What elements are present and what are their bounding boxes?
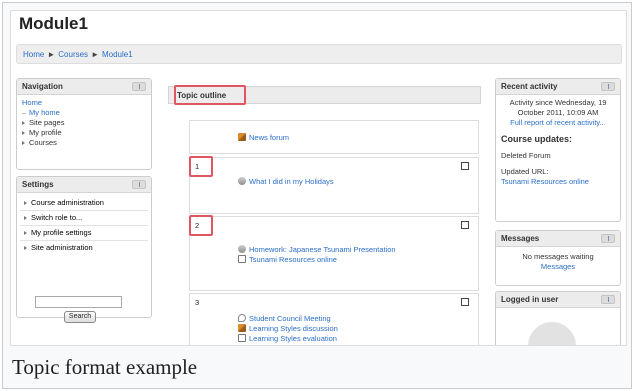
section-number: 3 xyxy=(195,298,200,307)
section-2: 2 Homework: Japanese Tsunami Presentatio… xyxy=(189,216,479,291)
resource-tsunami-presentation[interactable]: Homework: Japanese Tsunami Presentation xyxy=(238,245,396,254)
settings-site-administration[interactable]: Site administration xyxy=(20,241,148,256)
settings-my-profile[interactable]: My profile settings xyxy=(20,226,148,241)
bullet-icon: – xyxy=(22,108,27,117)
resource-holidays[interactable]: What I did in my Holidays xyxy=(238,177,334,186)
section-highlight-toggle[interactable] xyxy=(461,162,469,170)
nav-home-link[interactable]: Home xyxy=(22,98,42,107)
settings-block-title: Settings xyxy=(22,180,54,189)
section-highlight-toggle[interactable] xyxy=(461,221,469,229)
updated-url-link[interactable]: Tsunami Resources online xyxy=(501,177,589,186)
messages-link[interactable]: Messages xyxy=(541,262,575,271)
settings-course-administration[interactable]: Course administration xyxy=(20,196,148,211)
section-highlight-toggle[interactable] xyxy=(461,298,469,306)
nav-my-home-link[interactable]: My home xyxy=(29,108,60,117)
assignment-icon xyxy=(238,245,246,253)
page-title: Module1 xyxy=(19,14,88,33)
section-2-highlight xyxy=(189,215,213,236)
breadcrumb-courses[interactable]: Courses xyxy=(58,50,88,59)
chat-icon xyxy=(238,314,246,322)
settings-block: Settings Course administration Switch ro… xyxy=(16,176,152,323)
expand-arrow-icon xyxy=(22,121,25,126)
resource-student-council[interactable]: Student Council Meeting xyxy=(238,314,331,323)
settings-switch-role[interactable]: Switch role to... xyxy=(20,211,148,226)
expand-arrow-icon xyxy=(24,216,27,221)
figure-frame: Module1 Home ► Courses ► Module1 Navigation … xyxy=(2,2,632,389)
forum-icon xyxy=(238,133,246,141)
topic-outline-highlight xyxy=(174,85,246,105)
recent-activity-header: Recent activity xyxy=(496,79,620,95)
navigation-block-header: Navigation xyxy=(17,79,151,95)
breadcrumb-home[interactable]: Home xyxy=(23,50,44,59)
forum-icon xyxy=(238,324,246,332)
nav-my-profile[interactable]: My profile xyxy=(22,128,146,138)
dock-icon[interactable] xyxy=(601,295,615,304)
dock-icon[interactable] xyxy=(601,234,615,243)
breadcrumb-module[interactable]: Module1 xyxy=(102,50,133,59)
settings-block-header: Settings xyxy=(17,177,151,193)
expand-arrow-icon xyxy=(22,131,25,136)
full-report-link[interactable]: Full report of recent activity... xyxy=(510,118,606,127)
logged-in-user-title: Logged in user xyxy=(501,295,559,304)
deleted-forum-text: Deleted Forum xyxy=(501,151,551,160)
logged-in-user-header: Logged in user xyxy=(496,292,620,308)
dock-icon[interactable] xyxy=(601,82,615,91)
updated-url-text: Updated URL: xyxy=(501,167,549,176)
no-messages-text: No messages waiting xyxy=(522,252,594,261)
settings-search-input[interactable] xyxy=(35,296,122,308)
course-updates-heading: Course updates: xyxy=(501,134,573,144)
moodle-screenshot: Module1 Home ► Courses ► Module1 Navigation … xyxy=(10,10,627,346)
url-icon xyxy=(238,255,246,263)
figure-caption: Topic format example xyxy=(12,355,198,379)
activity-since-line-2: October 2011, 10:09 AM xyxy=(517,108,599,117)
course-content: Topic outline News forum 1 What I did in… xyxy=(168,80,481,345)
url-icon xyxy=(238,334,246,342)
avatar[interactable] xyxy=(528,322,576,345)
expand-arrow-icon xyxy=(24,231,27,236)
section-1: 1 What I did in my Holidays xyxy=(189,157,479,214)
navigation-block: Navigation Home – My home Site pages My p… xyxy=(16,78,152,170)
breadcrumb: Home ► Courses ► Module1 xyxy=(16,44,622,64)
breadcrumb-separator-icon: ► xyxy=(47,50,56,59)
messages-title: Messages xyxy=(501,234,540,243)
nav-courses[interactable]: Courses xyxy=(22,138,146,148)
section-3: 3 Student Council Meeting Learning Style… xyxy=(189,293,479,345)
settings-search-button[interactable]: Search xyxy=(64,311,96,323)
breadcrumb-separator-icon: ► xyxy=(91,50,99,59)
dock-icon[interactable] xyxy=(132,82,146,91)
activity-since-line-1: Activity since Wednesday, 19 xyxy=(509,98,607,107)
logged-in-user-block: Logged in user xyxy=(495,291,621,345)
resource-learning-styles-discussion[interactable]: Learning Styles discussion xyxy=(238,324,338,333)
expand-arrow-icon xyxy=(24,246,27,251)
nav-site-pages[interactable]: Site pages xyxy=(22,118,146,128)
recent-activity-block: Recent activity Activity since Wednesday… xyxy=(495,78,621,222)
section-0: News forum xyxy=(189,120,479,154)
recent-activity-title: Recent activity xyxy=(501,82,558,91)
messages-header: Messages xyxy=(496,231,620,247)
resource-news-forum[interactable]: News forum xyxy=(238,133,289,142)
messages-block: Messages No messages waiting Messages xyxy=(495,230,621,286)
resource-tsunami-online[interactable]: Tsunami Resources online xyxy=(238,255,337,264)
dock-icon[interactable] xyxy=(132,180,146,189)
expand-arrow-icon xyxy=(24,201,27,206)
assignment-icon xyxy=(238,177,246,185)
section-1-highlight xyxy=(189,156,213,177)
navigation-block-title: Navigation xyxy=(22,82,63,91)
expand-arrow-icon xyxy=(22,141,25,146)
resource-learning-styles-evaluation[interactable]: Learning Styles evaluation xyxy=(238,334,337,343)
